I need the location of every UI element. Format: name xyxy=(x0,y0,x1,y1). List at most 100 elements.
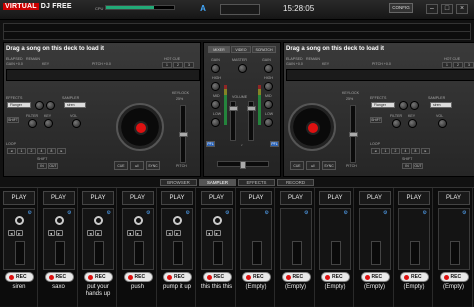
sampler-play-button[interactable]: PLAY xyxy=(319,191,351,205)
crossfader[interactable] xyxy=(217,161,269,169)
sampler-play-button[interactable]: PLAY xyxy=(437,191,470,205)
arrow-right-icon[interactable]: ▸ xyxy=(213,230,221,236)
deck-right-title[interactable]: Drag a song on this deck to load it xyxy=(286,46,384,52)
deck-left-effect-select[interactable]: Flanger xyxy=(7,102,31,108)
loop-toggle-icon[interactable] xyxy=(94,216,103,225)
sampler-play-button[interactable]: PLAY xyxy=(82,191,114,205)
deck-left-sampler-vol-knob[interactable] xyxy=(72,119,81,128)
deck-left-pitch-slider[interactable] xyxy=(179,105,188,163)
sampler-volume-slider[interactable] xyxy=(291,241,302,265)
volume-fader-right-handle[interactable] xyxy=(247,106,256,111)
deck-left-title[interactable]: Drag a song on this deck to load it xyxy=(6,46,104,52)
mixer-high-knob-right[interactable] xyxy=(264,82,273,91)
deck-right-play-button[interactable]: ▸‖ xyxy=(306,161,320,170)
deck-left-filter-knob[interactable] xyxy=(28,119,37,128)
sampler-rec-button[interactable]: REC xyxy=(360,272,390,282)
deck-right-jogwheel[interactable] xyxy=(288,103,336,151)
tab-mixer[interactable]: MIXER xyxy=(208,46,230,53)
deck-left-effect-knob-1[interactable] xyxy=(35,101,44,110)
sampler-play-button[interactable]: PLAY xyxy=(161,191,193,205)
mixer-high-knob-left[interactable] xyxy=(211,82,220,91)
volume-fader-right[interactable] xyxy=(247,101,256,141)
deck-left-cue-button[interactable]: CUE xyxy=(114,161,128,170)
gear-icon[interactable]: ⚙ xyxy=(67,210,71,216)
volume-fader-left-handle[interactable] xyxy=(229,106,238,111)
sampler-play-button[interactable]: PLAY xyxy=(358,191,391,205)
gear-icon[interactable]: ⚙ xyxy=(107,210,111,216)
gear-icon[interactable]: ⚙ xyxy=(462,210,466,216)
tab-browser[interactable]: BROWSER xyxy=(160,179,197,186)
crossfader-handle[interactable] xyxy=(240,161,246,169)
deck-right-effect-knob-1[interactable] xyxy=(399,101,408,110)
deck-right-waveform[interactable] xyxy=(286,69,474,81)
deck-right-hotcue-2[interactable]: 2 xyxy=(453,62,463,68)
deck-right-key-knob[interactable] xyxy=(408,119,417,128)
sampler-rec-button[interactable]: REC xyxy=(321,272,350,282)
arrow-left-icon[interactable]: ◂ xyxy=(87,230,94,236)
deck-left-play-button[interactable]: ▸‖ xyxy=(130,161,144,170)
deck-right-loop-1[interactable]: 1 xyxy=(381,148,390,154)
volume-fader-left[interactable] xyxy=(229,101,238,141)
sampler-rec-button[interactable]: REC xyxy=(84,272,113,282)
deck-right-in-button[interactable]: IN xyxy=(402,163,412,169)
mixer-master-knob[interactable] xyxy=(238,64,247,73)
config-button[interactable]: CONFIG xyxy=(389,3,413,13)
deck-left-in-button[interactable]: IN xyxy=(37,163,47,169)
arrow-left-icon[interactable]: ◂ xyxy=(126,230,134,236)
sampler-volume-slider[interactable] xyxy=(252,241,262,265)
sampler-play-button[interactable]: PLAY xyxy=(398,191,430,205)
deck-right-fx-button[interactable]: SHIFT xyxy=(370,117,382,123)
deck-right-effect-select[interactable]: Flanger xyxy=(371,102,395,108)
deck-right-loop-next[interactable]: ▸ xyxy=(421,148,430,154)
deck-left-loop-4[interactable]: 4 xyxy=(37,148,46,154)
deck-letter[interactable]: A xyxy=(195,4,211,14)
gear-icon[interactable]: ⚙ xyxy=(28,210,32,216)
sampler-rec-button[interactable]: REC xyxy=(439,272,469,282)
sampler-volume-slider[interactable] xyxy=(94,241,104,265)
deck-left-out-button[interactable]: OUT xyxy=(48,163,58,169)
tab-effects[interactable]: EFFECTS xyxy=(238,179,275,186)
sampler-volume-slider[interactable] xyxy=(331,241,341,265)
arrow-left-icon[interactable]: ◂ xyxy=(166,230,173,236)
gear-icon[interactable]: ⚙ xyxy=(186,210,190,216)
deck-left-hotcue-2[interactable]: 2 xyxy=(173,62,183,68)
deck-left-loop-1[interactable]: 1 xyxy=(17,148,26,154)
deck-left-waveform[interactable] xyxy=(6,69,200,81)
gear-icon[interactable]: ⚙ xyxy=(265,210,269,216)
sampler-rec-button[interactable]: REC xyxy=(44,272,74,282)
gear-icon[interactable]: ⚙ xyxy=(304,210,308,216)
deck-left-sync-button[interactable]: SYNC xyxy=(146,161,160,170)
loop-toggle-icon[interactable] xyxy=(15,216,24,225)
pfl-left-button[interactable]: PFL xyxy=(206,141,215,147)
loop-toggle-icon[interactable] xyxy=(54,216,64,225)
sampler-play-button[interactable]: PLAY xyxy=(42,191,75,205)
sampler-rec-button[interactable]: REC xyxy=(242,272,271,282)
mixer-low-knob-left[interactable] xyxy=(211,118,220,127)
loop-toggle-icon[interactable] xyxy=(173,216,182,225)
deck-left-sampler-select[interactable]: siren xyxy=(64,102,86,108)
sampler-volume-slider[interactable] xyxy=(212,241,223,265)
deck-left-loop-next[interactable]: ▸ xyxy=(57,148,66,154)
arrow-right-icon[interactable]: ▸ xyxy=(174,230,181,236)
mixer-mid-knob-right[interactable] xyxy=(264,100,273,109)
tab-sampler[interactable]: SAMPLER xyxy=(199,179,236,186)
deck-left-loop-prev[interactable]: ◂ xyxy=(7,148,16,154)
deck-right-loop-prev[interactable]: ◂ xyxy=(371,148,380,154)
deck-right-hotcue-3[interactable]: 3 xyxy=(464,62,474,68)
mixer-gain-knob-left[interactable] xyxy=(211,64,220,73)
sampler-rec-button[interactable]: REC xyxy=(5,272,34,282)
waveform-overview[interactable] xyxy=(3,23,471,40)
arrow-right-icon[interactable]: ▸ xyxy=(134,230,142,236)
gear-icon[interactable]: ⚙ xyxy=(383,210,387,216)
tab-video[interactable]: VIDEO xyxy=(231,46,251,53)
sampler-volume-slider[interactable] xyxy=(54,241,65,265)
sampler-rec-button[interactable]: REC xyxy=(400,272,429,282)
deck-right-sampler-select[interactable]: siren xyxy=(430,102,452,108)
deck-left-jogwheel[interactable] xyxy=(116,103,164,151)
sampler-rec-button[interactable]: REC xyxy=(202,272,232,282)
deck-right-filter-knob[interactable] xyxy=(392,119,401,128)
minimize-button[interactable]: – xyxy=(426,4,438,14)
sampler-play-button[interactable]: PLAY xyxy=(121,191,154,205)
maximize-button[interactable]: □ xyxy=(441,4,453,14)
sampler-volume-slider[interactable] xyxy=(449,241,460,265)
